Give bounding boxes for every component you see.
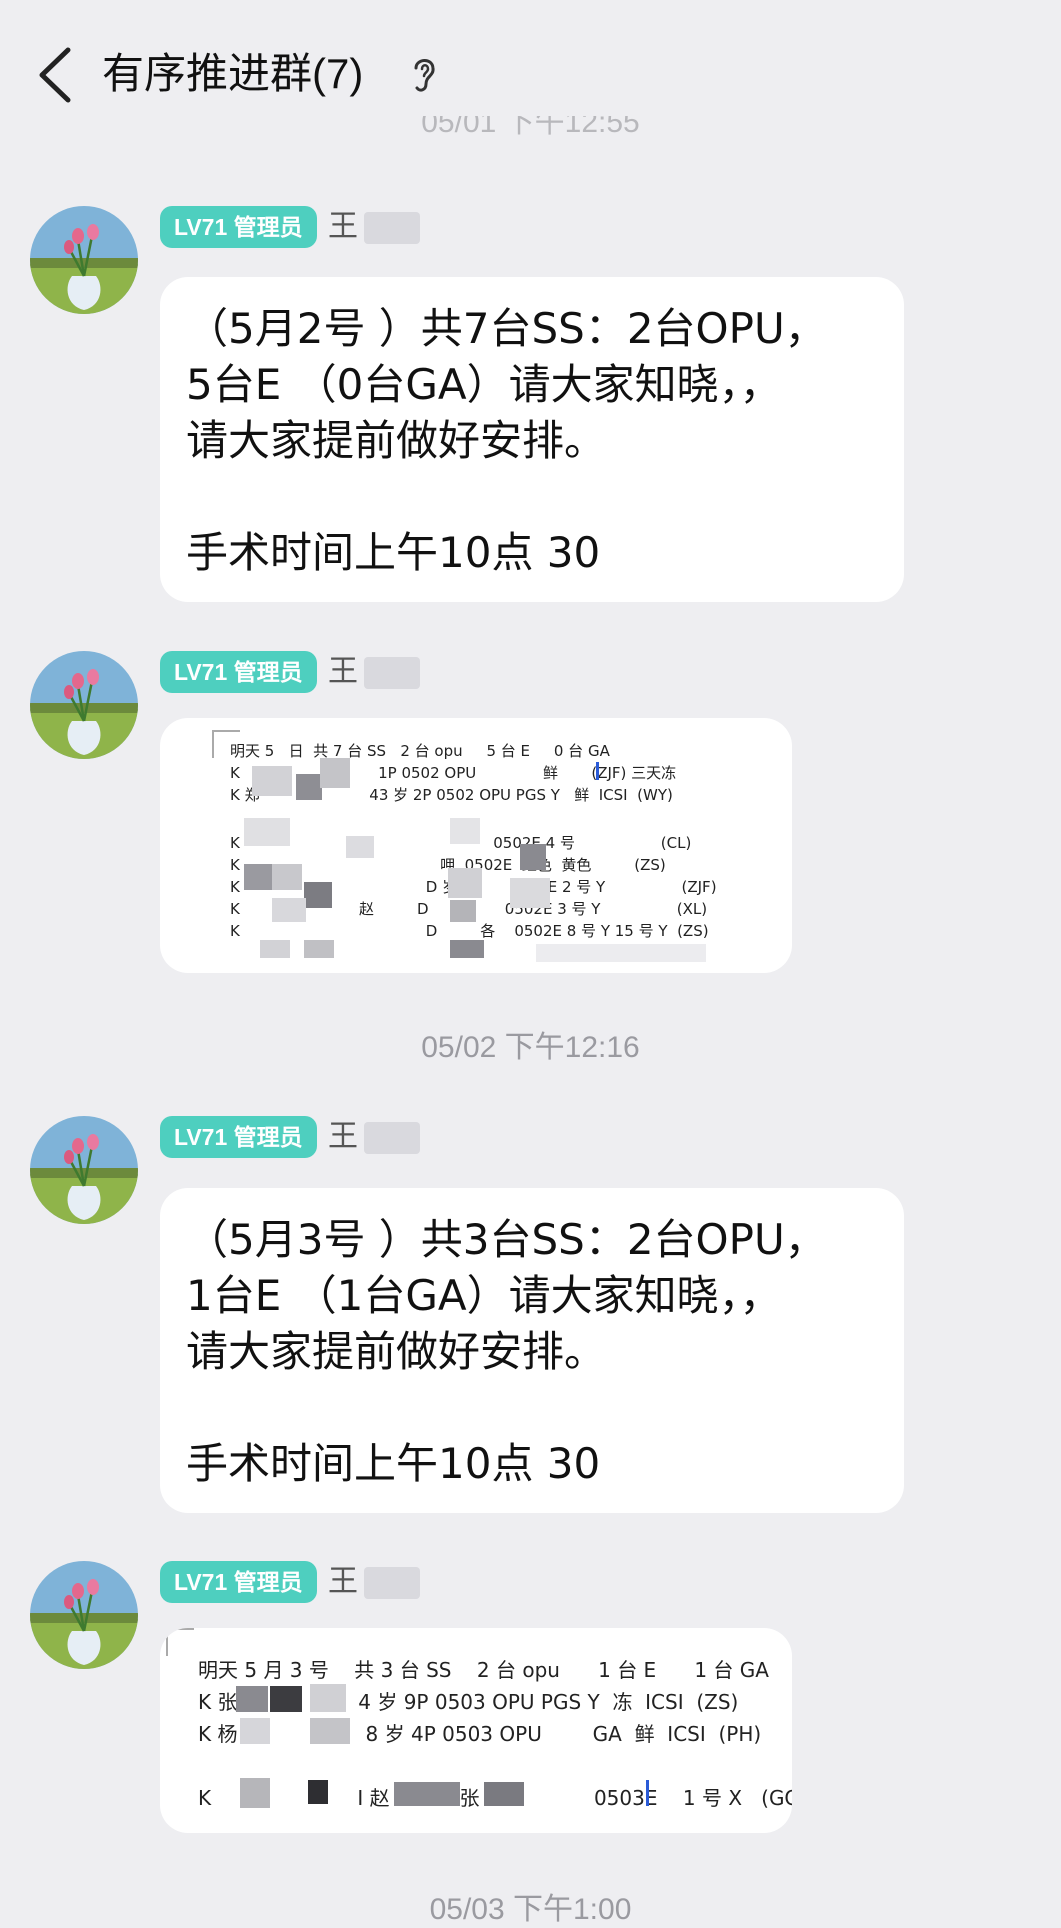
text-cursor	[646, 1780, 649, 1806]
privacy-mosaic	[270, 1686, 302, 1712]
privacy-mosaic	[272, 864, 302, 890]
partial-timestamp: 05/01 下午12:55	[421, 116, 640, 139]
privacy-mosaic	[310, 1718, 350, 1744]
privacy-mosaic	[240, 1718, 270, 1744]
image-text-line: 明天 5 月 3 号 共 3 台 SS 2 台 opu 1 台 E 1 台 GA	[198, 1658, 769, 1682]
redacted-name	[364, 1122, 420, 1155]
message-bubble[interactable]: （5月3号 ）共3台SS：2台OPU， 1台E （1台GA）请大家知晓，， 请大…	[160, 1188, 904, 1513]
privacy-mosaic	[308, 1780, 328, 1804]
privacy-mosaic	[244, 864, 272, 890]
sender-name[interactable]: 王	[328, 651, 420, 693]
privacy-mosaic	[260, 940, 290, 958]
sender-name-text: 王	[328, 1120, 358, 1153]
admin-badge: LV71 管理员	[160, 1561, 317, 1603]
image-text-line: 明天 5 日 共 7 台 SS 2 台 opu 5 台 E 0 台 GA	[230, 742, 610, 760]
image-message[interactable]: 明天 5 日 共 7 台 SS 2 台 opu 5 台 E 0 台 GA K 1…	[160, 718, 792, 973]
privacy-mosaic	[346, 836, 374, 858]
privacy-mosaic	[450, 940, 484, 958]
sender-name[interactable]: 王	[328, 1116, 420, 1158]
privacy-mosaic	[272, 898, 306, 922]
sender-name-text: 王	[328, 1565, 358, 1598]
redacted-name	[364, 1567, 420, 1600]
privacy-mosaic	[510, 878, 550, 908]
message-text: （5月3号 ）共3台SS：2台OPU， 1台E （1台GA）请大家知晓，， 请大…	[186, 1215, 827, 1488]
privacy-mosaic	[394, 1782, 460, 1806]
privacy-mosaic	[450, 900, 476, 922]
image-message[interactable]: 明天 5 月 3 号 共 3 台 SS 2 台 opu 1 台 E 1 台 GA…	[160, 1628, 792, 1833]
privacy-mosaic	[304, 940, 334, 958]
privacy-mosaic	[240, 1778, 270, 1808]
chat-title[interactable]: 有序推进群(7)	[102, 44, 363, 104]
privacy-mosaic	[304, 882, 332, 908]
admin-badge: LV71 管理员	[160, 206, 317, 248]
sender-name[interactable]: 王	[328, 206, 420, 248]
privacy-mosaic	[244, 818, 290, 846]
privacy-mosaic	[484, 1782, 524, 1806]
sender-name[interactable]: 王	[328, 1561, 420, 1603]
ear-icon[interactable]	[408, 52, 440, 96]
image-text-line: K 杨 柳 8 岁 4P 0503 OPU GA 鲜 ICSI (PH)	[198, 1722, 762, 1746]
timestamp: 05/03 下午1:00	[429, 1893, 632, 1926]
avatar[interactable]	[30, 1116, 138, 1224]
privacy-mosaic	[320, 758, 350, 788]
privacy-mosaic	[236, 1686, 268, 1712]
privacy-mosaic	[536, 944, 706, 962]
admin-badge: LV71 管理员	[160, 651, 317, 693]
back-arrow-icon[interactable]	[32, 40, 82, 110]
avatar[interactable]	[30, 206, 138, 314]
privacy-mosaic	[450, 818, 480, 844]
sender-name-text: 王	[328, 655, 358, 688]
privacy-mosaic	[520, 844, 546, 870]
avatar[interactable]	[30, 1561, 138, 1669]
privacy-mosaic	[296, 774, 322, 800]
message-text: （5月2号 ）共7台SS：2台OPU， 5台E （0台GA）请大家知晓，， 请大…	[186, 304, 827, 577]
image-text-line: K D 各 0502E 8 号 Y 15 号 Y (ZS)	[230, 922, 709, 940]
timestamp: 05/02 下午12:16	[421, 1031, 640, 1064]
redacted-name	[364, 657, 420, 690]
admin-badge: LV71 管理员	[160, 1116, 317, 1158]
privacy-mosaic	[252, 766, 292, 796]
privacy-mosaic	[310, 1684, 346, 1712]
privacy-mosaic	[448, 868, 482, 898]
avatar[interactable]	[30, 651, 138, 759]
sender-name-text: 王	[328, 210, 358, 243]
text-cursor	[596, 762, 599, 780]
redacted-name	[364, 212, 420, 245]
message-bubble[interactable]: （5月2号 ）共7台SS：2台OPU， 5台E （0台GA）请大家知晓，， 请大…	[160, 277, 904, 602]
